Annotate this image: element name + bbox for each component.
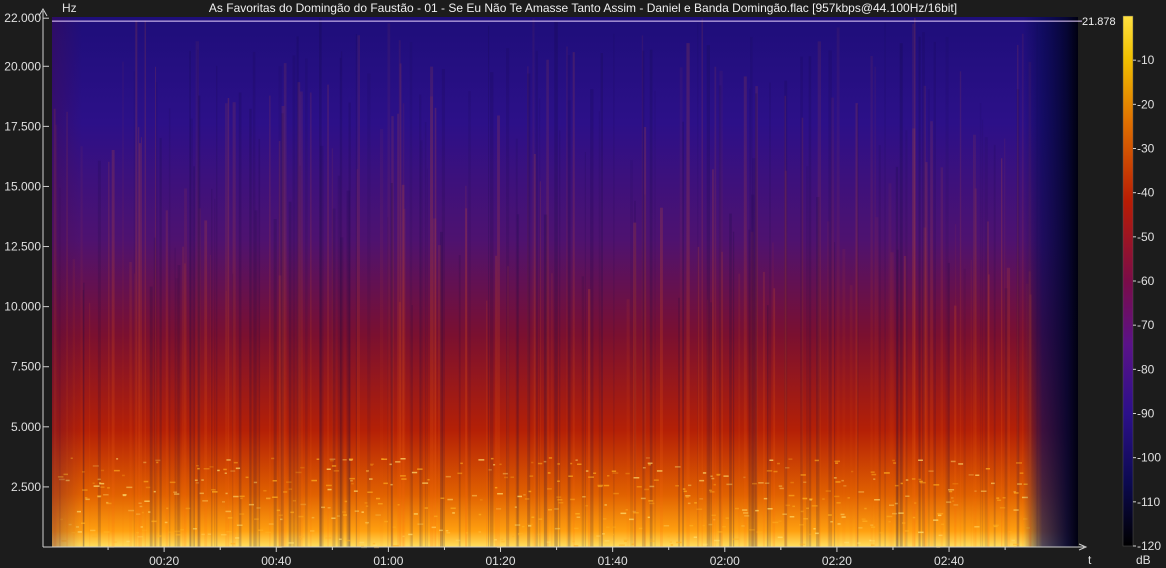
colorbar-tick-label: -10 [1137, 53, 1155, 67]
y-tick-label: 20.000 [4, 59, 41, 73]
spectrogram-chart: 21.878 22.000 20.000 17.500 15.000 12.500 10.0… [4, 7, 1161, 568]
colorbar [1123, 16, 1133, 546]
colorbar-tick-label: -120 [1137, 539, 1161, 553]
colorbar-tick-label: -20 [1137, 97, 1155, 111]
colorbar-tick-label: -90 [1137, 407, 1155, 421]
x-tick-label: 00:20 [149, 554, 179, 568]
colorbar-tick-label: -40 [1137, 186, 1155, 200]
x-tick-label: 02:00 [710, 554, 740, 568]
y-tick-label: 2.500 [11, 480, 41, 494]
y-tick-label: 12.500 [4, 240, 41, 254]
y-tick-label: 15.000 [4, 179, 41, 193]
x-tick-label: 01:00 [373, 554, 403, 568]
colorbar-tick-label: -30 [1137, 142, 1155, 156]
y-tick-label: 7.500 [11, 360, 41, 374]
x-tick-label: 01:40 [598, 554, 628, 568]
y-tick-label: 17.500 [4, 119, 41, 133]
y-tick-label: 22.000 [4, 11, 41, 25]
colorbar-tick-label: -60 [1137, 274, 1155, 288]
cutoff-label: 21.878 [1082, 16, 1116, 28]
spectrogram-view: As Favoritas do Domingão do Faustão - 01… [0, 0, 1166, 568]
x-tick-label: 01:20 [486, 554, 516, 568]
colorbar-tick-label: -110 [1137, 495, 1160, 509]
spectrogram-right-fade [1023, 17, 1078, 547]
colorbar-tick-label: -100 [1137, 451, 1161, 465]
colorbar-tick-label: -70 [1137, 318, 1155, 332]
y-tick-label: 10.000 [4, 300, 41, 314]
colorbar-tick-label: -50 [1137, 230, 1155, 244]
y-tick-label: 5.000 [11, 420, 41, 434]
colorbar-tick-label: -80 [1137, 362, 1155, 376]
x-tick-label: 02:40 [934, 554, 964, 568]
spectrogram-left-fade [52, 17, 82, 547]
x-tick-label: 02:20 [822, 554, 852, 568]
x-tick-label: 00:40 [261, 554, 291, 568]
